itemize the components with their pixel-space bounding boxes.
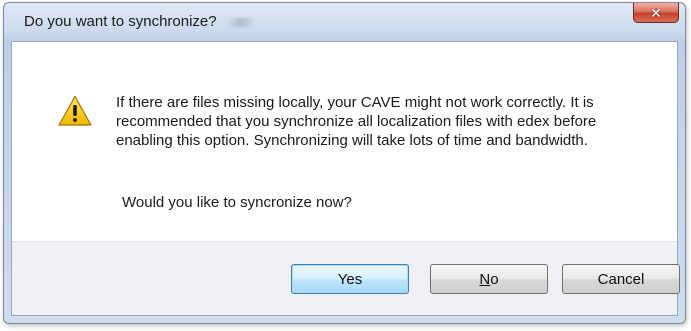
redacted-title-fragment: [226, 17, 255, 27]
title-bar[interactable]: Do you want to synchronize? ✕: [4, 3, 685, 41]
warning-triangle-icon: [58, 95, 92, 126]
cancel-button-label: Cancel: [597, 270, 645, 288]
no-button[interactable]: No: [430, 264, 548, 294]
dialog-title: Do you want to synchronize?: [24, 13, 217, 30]
yes-button[interactable]: Yes: [291, 264, 409, 294]
close-button[interactable]: ✕: [633, 3, 679, 23]
cancel-button[interactable]: Cancel: [562, 264, 680, 294]
button-bar: Yes No Cancel: [12, 241, 680, 315]
message-area: If there are files missing locally, your…: [12, 42, 677, 242]
dialog-client-area: If there are files missing locally, your…: [11, 41, 680, 316]
no-button-label: No: [479, 270, 499, 288]
yes-button-label: Yes: [337, 270, 363, 288]
close-icon: ✕: [650, 4, 662, 21]
dialog-question: Would you like to syncronize now?: [122, 194, 352, 211]
dialog-message: If there are files missing locally, your…: [116, 94, 597, 149]
dialog-window: Do you want to synchronize? ✕ If there a…: [3, 2, 686, 324]
dialog-title-container: Do you want to synchronize?: [24, 13, 255, 30]
